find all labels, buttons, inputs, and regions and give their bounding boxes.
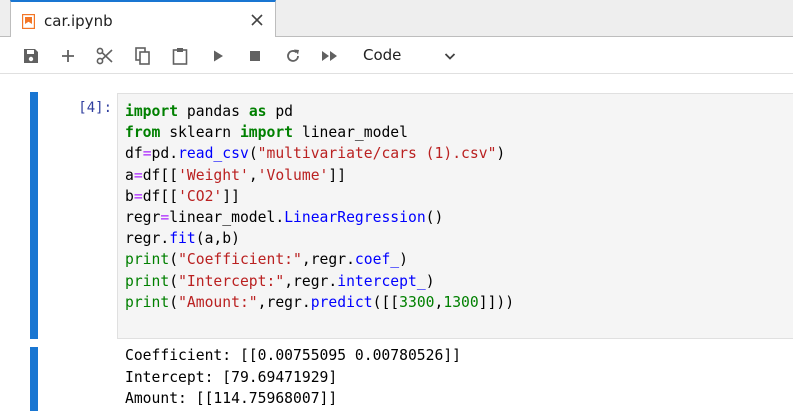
insert-cell-button[interactable] bbox=[56, 44, 80, 68]
restart-button[interactable] bbox=[281, 44, 305, 68]
plus-icon bbox=[62, 50, 74, 62]
output-line: Intercept: [79.69471929] bbox=[125, 368, 338, 386]
code-line-4: a=df[['Weight','Volume']] bbox=[125, 166, 347, 184]
notebook-tab[interactable]: car.ipynb bbox=[10, 0, 276, 38]
copy-button[interactable] bbox=[131, 44, 155, 68]
code-line-6: regr=linear_model.LinearRegression() bbox=[125, 209, 444, 227]
close-icon[interactable] bbox=[249, 12, 265, 28]
code-line-8: print("Coefficient:",regr.coef_) bbox=[125, 251, 408, 269]
paste-button[interactable] bbox=[168, 44, 192, 68]
fast-forward-icon bbox=[322, 51, 337, 61]
run-all-button[interactable] bbox=[318, 44, 342, 68]
input-collapser[interactable] bbox=[30, 92, 38, 339]
play-icon bbox=[214, 50, 223, 62]
chevron-down-icon bbox=[444, 53, 456, 60]
scissors-icon bbox=[96, 47, 113, 65]
cut-button[interactable] bbox=[93, 44, 117, 68]
code-line-5: b=df[['CO2']] bbox=[125, 187, 240, 205]
run-button[interactable] bbox=[206, 44, 230, 68]
stop-icon bbox=[250, 51, 260, 61]
code-line-10: print("Amount:",regr.predict([[3300,1300… bbox=[125, 293, 515, 311]
code-line-3: df=pd.read_csv("multivariate/cars (1).cs… bbox=[125, 145, 506, 163]
save-button[interactable] bbox=[19, 44, 43, 68]
refresh-icon bbox=[287, 49, 299, 62]
output-line: Amount: [[114.75968007]] bbox=[125, 390, 338, 407]
code-line-1: import pandas as pd bbox=[125, 103, 294, 120]
output-collapser[interactable] bbox=[30, 347, 38, 411]
output-line: Coefficient: [[0.00755095 0.00780526]] bbox=[125, 347, 462, 364]
cell-type-value: Code bbox=[363, 46, 402, 64]
code-line-2: from sklearn import linear_model bbox=[125, 124, 408, 142]
copy-icon bbox=[135, 47, 150, 65]
paste-icon bbox=[172, 48, 188, 65]
tab-title: car.ipynb bbox=[44, 12, 113, 30]
interrupt-button[interactable] bbox=[243, 44, 267, 68]
save-icon bbox=[24, 49, 38, 63]
code-line-7: regr.fit(a,b) bbox=[125, 230, 240, 248]
notebook-toolbar: Code bbox=[0, 37, 793, 74]
tab-bar: car.ipynb bbox=[0, 0, 793, 38]
cell-type-dropdown[interactable]: Code bbox=[355, 43, 465, 69]
code-block: import pandas as pd from sklearn import … bbox=[125, 101, 514, 313]
notebook-icon bbox=[22, 14, 35, 29]
code-line-9: print("Intercept:",regr.intercept_) bbox=[125, 272, 435, 290]
cell-output: Coefficient: [[0.00755095 0.00780526]] In… bbox=[125, 345, 461, 410]
code-editor[interactable]: import pandas as pd from sklearn import … bbox=[117, 93, 793, 339]
input-prompt: [4]: bbox=[78, 100, 112, 116]
